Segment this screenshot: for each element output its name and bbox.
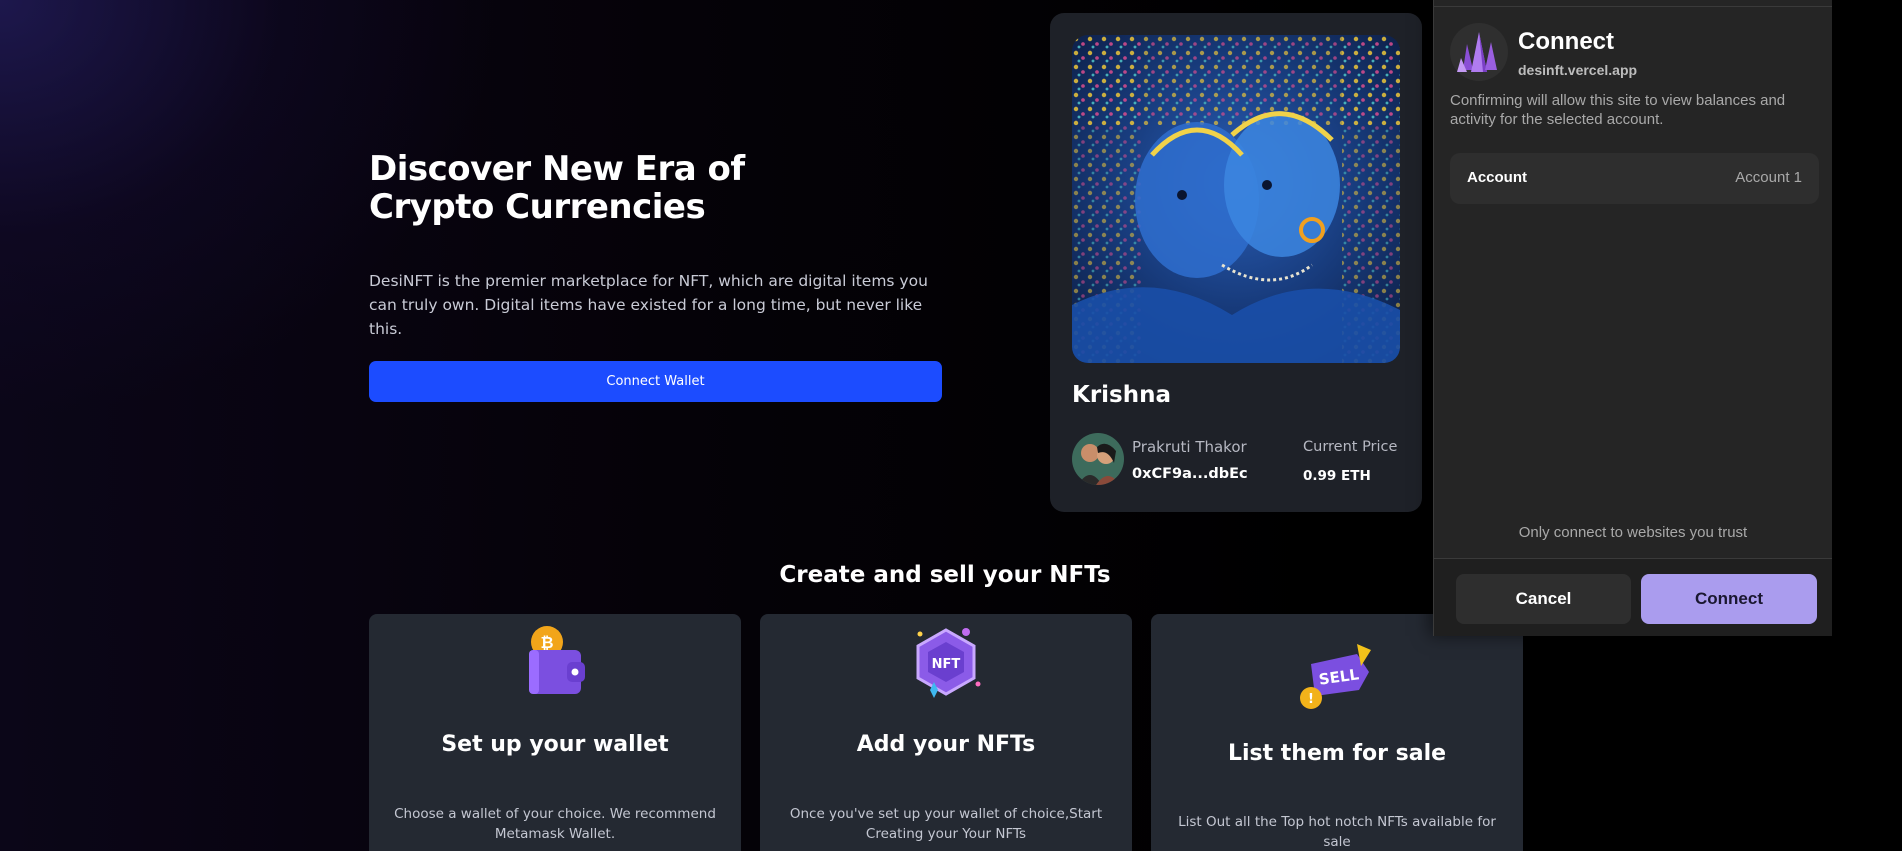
connect-wallet-button[interactable]: Connect Wallet bbox=[369, 361, 942, 402]
nft-artwork-image[interactable] bbox=[1072, 35, 1400, 363]
connect-button[interactable]: Connect bbox=[1641, 574, 1817, 624]
sell-tag-icon: SELL ! bbox=[1297, 636, 1377, 716]
page: Discover New Era of Crypto Currencies De… bbox=[0, 0, 1902, 851]
nft-title: Krishna bbox=[1072, 382, 1172, 408]
feature-card-wallet: ₿ Set up your wallet Choose a wallet of … bbox=[369, 614, 741, 851]
popup-divider bbox=[1434, 6, 1832, 7]
feature-desc-add-nfts: Once you've set up your wallet of choice… bbox=[789, 806, 1103, 842]
owner-avatar[interactable] bbox=[1072, 433, 1124, 485]
popup-title: Connect bbox=[1518, 28, 1614, 55]
hero-title: Discover New Era of Crypto Currencies bbox=[369, 149, 745, 227]
feature-card-list-for-sale: SELL ! List them for sale List Out all t… bbox=[1151, 614, 1523, 851]
feature-title-wallet: Set up your wallet bbox=[441, 732, 669, 757]
feature-title-add-nfts: Add your NFTs bbox=[856, 732, 1036, 757]
owner-name: Prakruti Thakor bbox=[1132, 438, 1247, 456]
account-label: Account bbox=[1467, 169, 1527, 186]
feature-card-add-nfts: NFT Add your NFTs Once you've set up you… bbox=[760, 614, 1132, 851]
account-value: Account 1 bbox=[1735, 169, 1802, 186]
feature-desc-list-for-sale: List Out all the Top hot notch NFTs avai… bbox=[1178, 814, 1496, 850]
svg-text:₿: ₿ bbox=[540, 633, 553, 652]
account-selector[interactable]: Account Account 1 bbox=[1450, 153, 1819, 204]
popup-footer: Cancel Connect bbox=[1434, 558, 1832, 636]
featured-nft-card[interactable]: Krishna Prakruti Thakor 0xCF9a...dbEc Cu… bbox=[1050, 13, 1422, 512]
svg-text:!: ! bbox=[1308, 692, 1314, 707]
section-title: Create and sell your NFTs bbox=[779, 562, 1111, 588]
price-label: Current Price bbox=[1303, 439, 1398, 455]
hero-description: DesiNFT is the premier marketplace for N… bbox=[369, 272, 928, 338]
feature-title-list-for-sale: List them for sale bbox=[1227, 741, 1447, 766]
nft-badge-icon: NFT bbox=[906, 624, 986, 704]
popup-site-url: desinft.vercel.app bbox=[1518, 62, 1638, 78]
wallet-icon: ₿ bbox=[515, 624, 595, 704]
feature-desc-wallet: Choose a wallet of your choice. We recom… bbox=[394, 806, 716, 842]
site-crystal-logo-icon bbox=[1449, 22, 1509, 82]
wallet-connect-popup: Connect desinft.vercel.app Confirming wi… bbox=[1433, 0, 1832, 636]
price-value: 0.99 ETH bbox=[1303, 468, 1371, 484]
svg-text:NFT: NFT bbox=[932, 657, 961, 672]
trust-note: Only connect to websites you trust bbox=[1518, 524, 1748, 541]
owner-address: 0xCF9a...dbEc bbox=[1132, 466, 1248, 482]
cancel-button[interactable]: Cancel bbox=[1456, 574, 1631, 624]
popup-description: Confirming will allow this site to view … bbox=[1450, 92, 1786, 128]
